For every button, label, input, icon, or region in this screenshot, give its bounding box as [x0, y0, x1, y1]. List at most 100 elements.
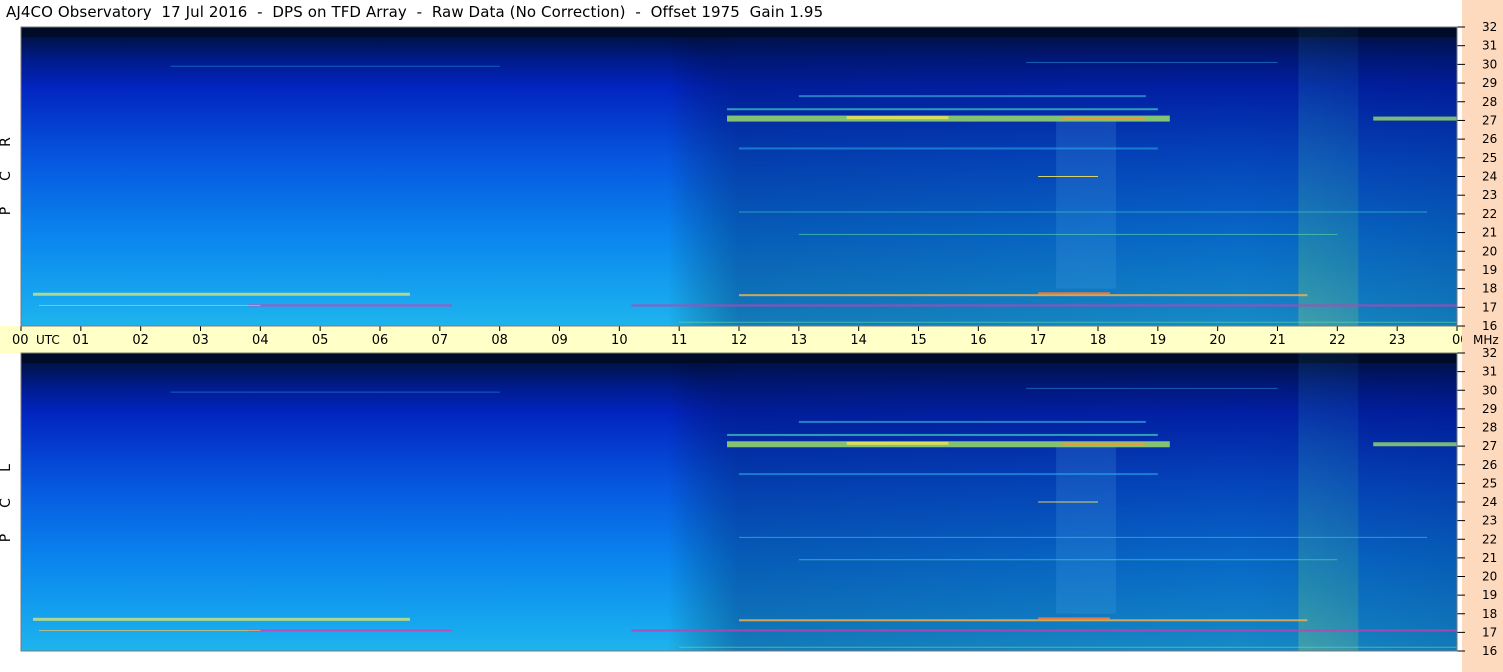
lcp-panel-label: L C P: [0, 464, 14, 542]
panel-label-letter: L: [0, 464, 14, 472]
freq-tick-label: 25: [1482, 476, 1497, 490]
time-unit-label: UTC: [36, 333, 60, 347]
rcp-panel-label: R C P: [0, 137, 14, 215]
time-tick-label: 14: [850, 333, 867, 348]
emission-band: [1038, 501, 1098, 503]
time-tick-label: 18: [1090, 333, 1107, 348]
emission-band: [739, 473, 1158, 476]
freq-tick-label: 32: [1482, 346, 1497, 360]
freq-tick-label: 19: [1482, 588, 1497, 602]
time-tick-label: 10: [611, 333, 628, 348]
time-tick-label: 20: [1209, 333, 1226, 348]
freq-tick-label: 16: [1482, 644, 1497, 658]
freq-tick-label: 29: [1482, 76, 1497, 90]
time-tick-label: 17: [1030, 333, 1047, 348]
panel-label-letter: P: [0, 534, 14, 542]
emission-band: [739, 211, 1428, 213]
time-tick-label: 11: [671, 333, 688, 348]
emission-band: [38, 304, 261, 306]
emission-band: [739, 619, 1308, 622]
freq-tick-label: 32: [1482, 20, 1497, 34]
time-tick-label: 16: [970, 333, 987, 348]
freq-tick-label: 19: [1482, 263, 1497, 277]
emission-band: [798, 559, 1338, 561]
time-tick-label: 08: [491, 333, 508, 348]
freq-tick-label: 20: [1482, 244, 1497, 258]
time-tick-label: 00: [12, 333, 29, 348]
freq-tick-label: 16: [1482, 319, 1497, 333]
freq-tick-label: 31: [1482, 39, 1497, 53]
emission-band: [1062, 117, 1146, 121]
lcp-panel: [21, 353, 1457, 651]
emission-band: [248, 304, 452, 307]
freq-tick-label: 26: [1482, 132, 1497, 146]
freq-tick-label: 31: [1482, 365, 1497, 379]
emission-band: [1038, 617, 1110, 620]
freq-tick-label: 23: [1482, 188, 1497, 202]
emission-band: [798, 420, 1146, 423]
freq-tick-label: 30: [1482, 57, 1497, 71]
freq-tick-label: 30: [1482, 383, 1497, 397]
emission-band: [739, 294, 1308, 297]
freq-tick-label: 28: [1482, 95, 1497, 109]
emission-band: [798, 233, 1338, 235]
emission-band: [679, 646, 1457, 648]
freq-tick-label: 27: [1482, 439, 1497, 453]
freq-tick-label: 20: [1482, 570, 1497, 584]
freq-tick-label: 21: [1482, 226, 1497, 240]
freq-tick-label: 18: [1482, 282, 1497, 296]
panel-label-letter: R: [0, 137, 14, 147]
freq-tick-label: 23: [1482, 514, 1497, 528]
emission-band: [170, 65, 500, 67]
emission-band: [739, 147, 1158, 150]
emission-band: [679, 321, 1457, 323]
freq-tick-label: 22: [1482, 532, 1497, 546]
freq-tick-label: 21: [1482, 551, 1497, 565]
emission-band: [1373, 442, 1457, 447]
emission-band: [1026, 62, 1278, 64]
emission-band: [727, 108, 1158, 111]
time-tick-label: 22: [1329, 333, 1346, 348]
frequency-unit-label: MHz: [1473, 333, 1499, 347]
freq-tick-label: 17: [1482, 300, 1497, 314]
time-tick-label: 15: [910, 333, 927, 348]
time-tick-label: 03: [192, 333, 209, 348]
emission-band: [32, 617, 410, 621]
haze: [1056, 120, 1116, 289]
time-tick-label: 09: [551, 333, 568, 348]
time-tick-label: 06: [372, 333, 389, 348]
emission-band: [1062, 442, 1146, 446]
freq-tick-label: 24: [1482, 170, 1497, 184]
panel-label-letter: P: [0, 207, 14, 215]
rcp-panel: [21, 27, 1457, 326]
noise-burst: [1298, 353, 1359, 651]
sky-dark-band: [21, 353, 1457, 363]
emission-band: [846, 116, 949, 120]
time-tick-label: 02: [132, 333, 149, 348]
freq-tick-label: 17: [1482, 625, 1497, 639]
emission-band: [38, 630, 261, 632]
spectrogram-figure: 00 01 02 03 04 05 06 07 08 09 10 11 12 13 14 15 16 17 18 19…: [0, 0, 1503, 672]
time-tick-label: 13: [791, 333, 808, 348]
time-tick-label: 05: [312, 333, 329, 348]
time-tick-label: 23: [1389, 333, 1406, 348]
emission-band: [798, 95, 1146, 98]
freq-tick-label: 27: [1482, 113, 1497, 127]
freq-tick-label: 22: [1482, 207, 1497, 221]
time-tick-label: 07: [432, 333, 449, 348]
emission-band: [739, 536, 1428, 538]
emission-band: [248, 629, 452, 632]
emission-band: [631, 629, 1457, 632]
freq-tick-label: 24: [1482, 495, 1497, 509]
emission-band: [32, 292, 410, 296]
freq-tick-label: 28: [1482, 421, 1497, 435]
emission-band: [1026, 387, 1278, 389]
freq-tick-label: 18: [1482, 607, 1497, 621]
time-tick-label: 19: [1150, 333, 1167, 348]
emission-band: [1373, 116, 1457, 121]
sky-dark-band: [21, 27, 1457, 37]
emission-band: [631, 304, 1457, 307]
emission-band: [846, 441, 949, 445]
freq-tick-label: 26: [1482, 458, 1497, 472]
noise-burst: [1298, 27, 1359, 326]
